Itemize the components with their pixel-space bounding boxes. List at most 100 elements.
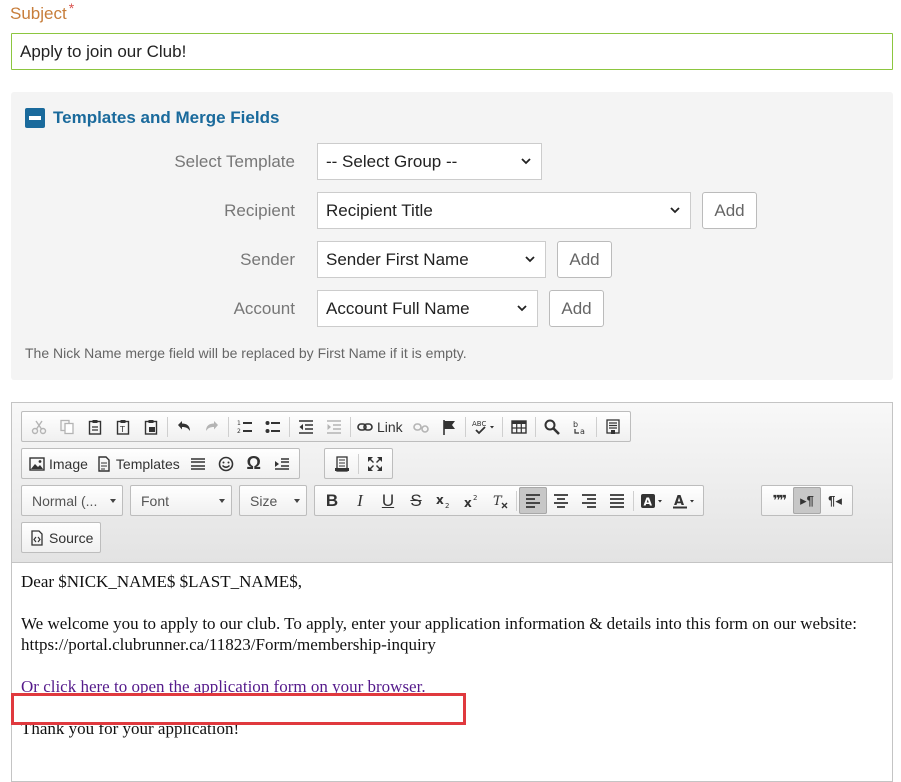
svg-text:a: a (580, 427, 585, 435)
add-account-button[interactable]: Add (549, 290, 604, 327)
toolbar-separator (534, 416, 536, 437)
anchor-flag-icon[interactable] (435, 413, 463, 440)
table-icon[interactable] (505, 413, 533, 440)
toolbar-separator (228, 416, 229, 437)
strikethrough-button[interactable]: S (402, 487, 430, 514)
templates-button[interactable]: Templates (92, 450, 184, 477)
bulleted-list-icon[interactable] (259, 413, 287, 440)
svg-text:T: T (493, 494, 503, 509)
toolbar-group-formatting: B I U S x2 x2 T A A (314, 485, 704, 516)
underline-button[interactable]: U (374, 487, 402, 514)
templates-label: Templates (115, 455, 180, 472)
numbered-list-icon[interactable]: 12 (231, 413, 259, 440)
special-char-omega-icon[interactable]: Ω (240, 450, 268, 477)
align-center-icon[interactable] (547, 487, 575, 514)
size-combo[interactable]: Size (239, 485, 307, 516)
application-form-link[interactable]: Or click here to open the application fo… (21, 677, 426, 696)
combo-arrow-icon (110, 499, 116, 503)
source-code-icon (31, 529, 43, 546)
subscript-icon[interactable]: x2 (430, 487, 458, 514)
link-label: Link (377, 418, 403, 435)
bold-button[interactable]: B (318, 487, 346, 514)
toolbar-separator (358, 453, 359, 474)
intro-paragraph: We welcome you to apply to our club. To … (21, 614, 857, 633)
thanks-line: Thank you for your application! (21, 719, 240, 738)
image-label: Image (49, 455, 88, 472)
decrease-indent-icon[interactable] (292, 413, 320, 440)
paste-word-icon[interactable] (137, 413, 165, 440)
spellcheck-icon[interactable]: ABC (468, 413, 500, 440)
sender-dropdown[interactable]: Sender First Name (317, 241, 546, 278)
toolbar-group-view (324, 448, 393, 479)
font-combo[interactable]: Font (130, 485, 232, 516)
redo-icon[interactable] (198, 413, 226, 440)
select-template-dropdown[interactable]: -- Select Group -- (317, 143, 542, 180)
remove-format-icon[interactable]: T (486, 487, 514, 514)
select-template-label: Select Template (174, 152, 295, 171)
templates-title[interactable]: Templates and Merge Fields (53, 108, 279, 128)
align-left-icon[interactable] (519, 487, 547, 514)
editor-content-area[interactable]: Dear $NICK_NAME$ $LAST_NAME$, We welcome… (21, 571, 881, 739)
source-label: Source (49, 529, 94, 546)
italic-button[interactable]: I (346, 487, 374, 514)
toolbar-separator (167, 416, 168, 437)
toolbar-separator (464, 416, 466, 437)
text-direction-ltr-icon[interactable]: ▸¶ (793, 487, 821, 514)
chevron-down-icon (670, 207, 680, 214)
horizontal-rule-icon[interactable] (184, 450, 212, 477)
svg-text:A: A (644, 495, 653, 508)
select-template-value: -- Select Group -- (326, 151, 458, 171)
superscript-icon[interactable]: x2 (458, 487, 486, 514)
show-blocks-icon[interactable] (328, 450, 356, 477)
combo-arrow-icon (219, 499, 225, 503)
svg-text:2: 2 (237, 428, 241, 435)
add-recipient-button[interactable]: Add (702, 192, 757, 229)
required-asterisk: * (68, 0, 75, 16)
text-direction-rtl-icon[interactable]: ¶◂ (821, 487, 849, 514)
collapse-minus-icon[interactable] (25, 108, 45, 128)
replace-icon[interactable]: ba (566, 413, 594, 440)
templates-toggle[interactable]: Templates and Merge Fields (25, 108, 279, 128)
recipient-value: Recipient Title (326, 200, 433, 220)
toolbar-separator (516, 490, 517, 511)
source-button[interactable]: Source (25, 524, 97, 551)
templates-panel: Templates and Merge Fields Select Templa… (11, 92, 893, 380)
svg-text:b: b (573, 420, 578, 429)
background-color-icon[interactable]: A (636, 487, 668, 514)
select-all-icon[interactable] (599, 413, 627, 440)
format-combo[interactable]: Normal (... (21, 485, 123, 516)
toolbar-group-clipboard: T 12 Link ABC b a (21, 411, 631, 442)
unlink-icon[interactable] (407, 413, 435, 440)
toolbar-separator (633, 490, 634, 511)
blockquote-icon[interactable]: ❞❞ (765, 487, 793, 514)
size-combo-label: Size (250, 492, 278, 509)
maximize-icon[interactable] (361, 450, 389, 477)
page-break-icon[interactable] (268, 450, 296, 477)
find-icon[interactable] (538, 413, 566, 440)
recipient-dropdown[interactable]: Recipient Title (317, 192, 691, 229)
editor-toolbar: T 12 Link ABC b a Image Templates Ω Norm… (12, 403, 892, 563)
toolbar-separator (350, 416, 351, 437)
smiley-icon[interactable] (212, 450, 240, 477)
add-sender-button[interactable]: Add (557, 241, 612, 278)
account-dropdown[interactable]: Account Full Name (317, 290, 538, 327)
text-color-icon[interactable]: A (668, 487, 700, 514)
paste-text-icon[interactable]: T (109, 413, 137, 440)
cut-icon[interactable] (25, 413, 53, 440)
undo-icon[interactable] (170, 413, 198, 440)
toolbar-group-insert: Image Templates Ω (21, 448, 300, 479)
svg-text:2: 2 (445, 502, 449, 509)
subject-input[interactable] (11, 33, 893, 70)
link-button[interactable]: Link (353, 413, 407, 440)
justify-icon[interactable] (603, 487, 631, 514)
image-button[interactable]: Image (25, 450, 92, 477)
copy-icon[interactable] (53, 413, 81, 440)
increase-indent-icon[interactable] (320, 413, 348, 440)
paste-icon[interactable] (81, 413, 109, 440)
align-right-icon[interactable] (575, 487, 603, 514)
svg-text:1: 1 (237, 420, 241, 427)
image-icon (29, 456, 45, 471)
recipient-label: Recipient (224, 201, 295, 220)
font-combo-label: Font (141, 492, 170, 509)
